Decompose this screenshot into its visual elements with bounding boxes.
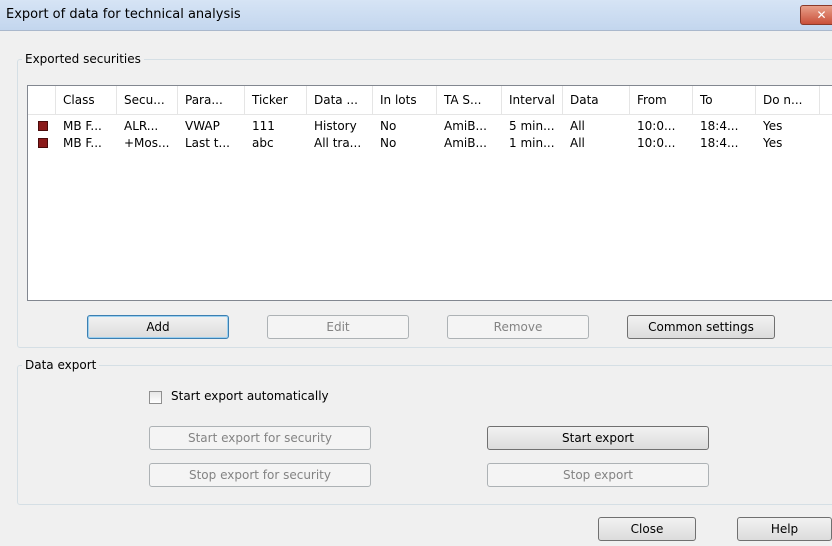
window-title: Export of data for technical analysis [6,7,241,22]
cell-ticker: 111 [252,119,275,133]
close-icon: ✕ [816,8,827,22]
column-header-interval[interactable]: Interval [502,86,563,114]
cell-from: 10:0... [637,119,676,133]
cell-to: 18:4... [700,119,739,133]
cell-interval: 5 min... [509,119,555,133]
cell-data: All [570,136,585,150]
column-header-data-source[interactable]: Data ... [307,86,373,114]
remove-button[interactable]: Remove [447,315,589,339]
stop-export-button[interactable]: Stop export [487,463,709,487]
cell-in-lots: No [380,136,397,150]
cell-ticker: abc [252,136,274,150]
edit-button[interactable]: Edit [267,315,409,339]
add-button[interactable]: Add [87,315,229,339]
table-row[interactable]: MB F... ALR... VWAP 111 History No AmiB.… [28,118,832,135]
data-export-group: Data export [17,358,832,505]
column-header-ticker[interactable]: Ticker [245,86,307,114]
cell-in-lots: No [380,119,397,133]
cell-data-source: All tra... [314,136,362,150]
auto-export-checkbox[interactable] [149,391,162,404]
status-marker [38,121,48,131]
exported-securities-legend: Exported securities [25,52,141,66]
stop-export-security-button[interactable]: Stop export for security [149,463,371,487]
column-header-to[interactable]: To [693,86,756,114]
column-header-from[interactable]: From [630,86,693,114]
status-marker [38,138,48,148]
cell-interval: 1 min... [509,136,555,150]
cell-ta-system: AmiB... [444,136,487,150]
cell-to: 18:4... [700,136,739,150]
securities-list[interactable]: Class Secu... Para... Ticker Data ... In… [27,85,832,301]
table-row[interactable]: MB F... +Mos... Last t... abc All tra...… [28,135,832,152]
cell-class: MB F... [63,136,102,150]
cell-data-source: History [314,119,357,133]
cell-do-not: Yes [763,136,783,150]
cell-security: ALR... [124,119,159,133]
cell-parameter: VWAP [185,119,220,133]
help-button[interactable]: Help [737,517,832,541]
cell-from: 10:0... [637,136,676,150]
common-settings-button[interactable]: Common settings [627,315,775,339]
title-bar: Export of data for technical analysis ✕ [0,0,832,31]
column-header-class[interactable]: Class [56,86,117,114]
cell-ta-system: AmiB... [444,119,487,133]
cell-class: MB F... [63,119,102,133]
column-header-marker[interactable] [28,86,56,114]
column-header-ta-system[interactable]: TA S... [437,86,502,114]
cell-data: All [570,119,585,133]
list-header: Class Secu... Para... Ticker Data ... In… [28,86,832,115]
data-export-legend: Data export [25,358,97,372]
close-window-button[interactable]: ✕ [800,5,832,25]
auto-export-label[interactable]: Start export automatically [171,389,329,403]
start-export-button[interactable]: Start export [487,426,709,450]
column-header-do-not[interactable]: Do n... [756,86,820,114]
column-header-parameter[interactable]: Para... [178,86,245,114]
start-export-security-button[interactable]: Start export for security [149,426,371,450]
cell-parameter: Last t... [185,136,230,150]
cell-do-not: Yes [763,119,783,133]
column-header-in-lots[interactable]: In lots [373,86,437,114]
cell-security: +Mos... [124,136,170,150]
column-header-security[interactable]: Secu... [117,86,178,114]
close-button[interactable]: Close [598,517,696,541]
column-header-data[interactable]: Data [563,86,630,114]
